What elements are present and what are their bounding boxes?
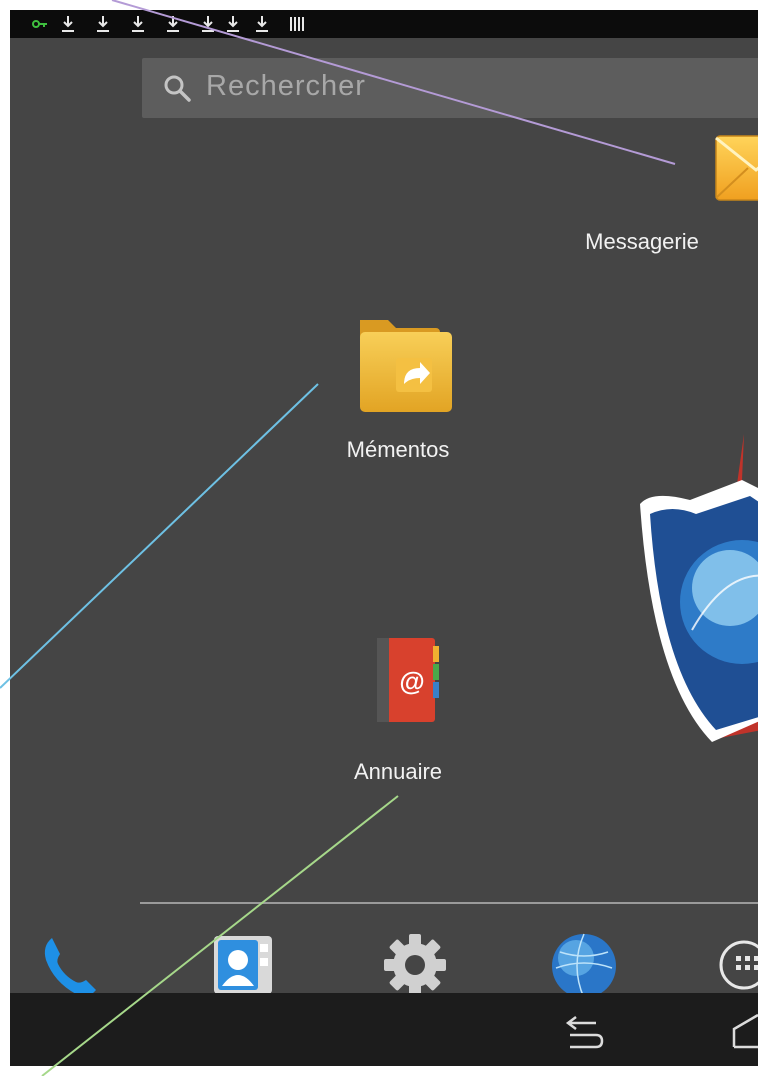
gear-icon[interactable] — [380, 930, 450, 1000]
download-icon — [256, 15, 268, 33]
download-icon — [202, 15, 214, 33]
shield-globe-logo — [640, 434, 758, 742]
app-mementos[interactable]: Mémentos — [328, 310, 468, 463]
download-icon — [227, 15, 239, 33]
download-icon — [62, 15, 74, 33]
key-icon — [32, 15, 48, 33]
back-icon[interactable] — [560, 1015, 606, 1049]
app-label: Messagerie — [585, 229, 699, 254]
app-label: Mémentos — [346, 437, 450, 462]
search-icon — [164, 75, 191, 102]
address-book-icon: @ — [377, 638, 439, 722]
search-bar[interactable]: Rechercher — [142, 58, 758, 118]
dock-divider — [140, 902, 758, 904]
folder-shortcut-icon — [360, 320, 452, 412]
envelope-icon — [715, 135, 758, 201]
app-label: Annuaire — [353, 759, 443, 784]
app-annuaire[interactable]: @ Annuaire — [328, 630, 468, 785]
app-messagerie[interactable]: Messagerie — [585, 128, 758, 255]
android-home-screen: Rechercher Messagerie Mémentos @ Annuair… — [10, 10, 758, 1066]
barcode-icon — [289, 15, 305, 33]
download-icon — [132, 15, 144, 33]
download-icon — [167, 15, 179, 33]
navigation-bar — [10, 993, 758, 1066]
home-icon[interactable] — [730, 1013, 758, 1049]
svg-text:@: @ — [399, 666, 424, 696]
contacts-icon[interactable] — [210, 930, 276, 1000]
app-drawer-icon[interactable] — [712, 932, 758, 998]
phone-icon[interactable] — [36, 932, 106, 1002]
download-icon — [97, 15, 109, 33]
status-bar — [10, 10, 758, 38]
search-input[interactable]: Rechercher — [206, 70, 366, 103]
